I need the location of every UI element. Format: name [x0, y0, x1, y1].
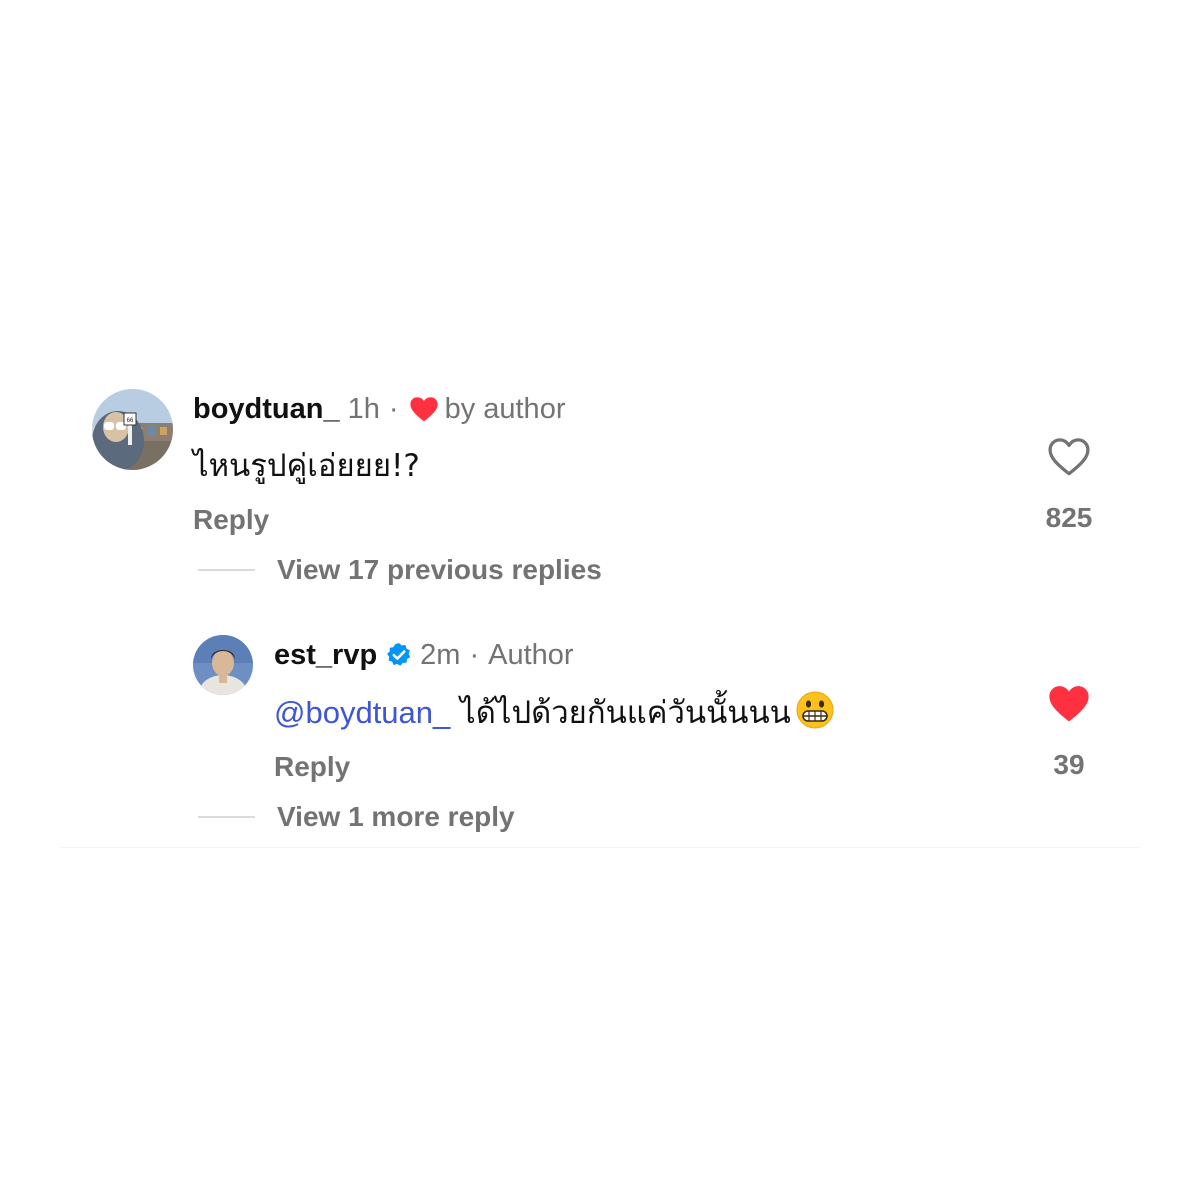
reply-button[interactable]: Reply [274, 750, 350, 784]
comment-text: ไหนรูปคู่เอ่ยยย!? [193, 448, 420, 484]
reply-text: @boydtuan_ ได้ไปด้วยกันแค่วันนั้นนน [274, 690, 835, 740]
like-count: 825 [1045, 502, 1093, 533]
view-previous-replies-label[interactable]: View 17 previous replies [277, 553, 602, 587]
like-heart-filled-icon[interactable] [1047, 684, 1091, 724]
reply-message: ได้ไปด้วยกันแค่วันนั้นนน [450, 695, 791, 731]
svg-text:66: 66 [127, 418, 134, 424]
view-more-replies[interactable]: View 1 more reply [198, 800, 515, 834]
thread-line [198, 569, 255, 571]
reply-button[interactable]: Reply [193, 503, 269, 537]
avatar-image: 66 [92, 389, 173, 470]
avatar-est-rvp[interactable] [193, 635, 253, 695]
comment-header: boydtuan_ 1h · by author [193, 392, 565, 426]
grimacing-face-icon [795, 690, 835, 740]
like-heart-outline-icon[interactable] [1047, 437, 1091, 477]
separator-dot: · [469, 639, 480, 671]
comment-thread: 66 boydtuan_ 1h · by author ไหนรูปคู่เอ่… [0, 0, 1200, 1200]
avatar-image [193, 635, 253, 695]
view-previous-replies[interactable]: View 17 previous replies [198, 553, 602, 587]
like-count: 39 [1053, 749, 1085, 780]
reply-header: est_rvp 2m · Author [274, 638, 574, 672]
divider [60, 847, 1140, 848]
author-label: Author [488, 639, 574, 671]
liked-by-author-label: by author [444, 393, 566, 425]
separator-dot: · [388, 393, 399, 425]
comment-time: 1h [347, 393, 380, 425]
mention-link[interactable]: @boydtuan_ [274, 695, 450, 730]
avatar-boydtuan[interactable]: 66 [92, 389, 173, 470]
reply-username[interactable]: est_rvp [274, 638, 377, 672]
thread-line [198, 816, 255, 818]
view-more-replies-label[interactable]: View 1 more reply [277, 800, 515, 834]
comment-username[interactable]: boydtuan_ [193, 392, 340, 426]
reply-time: 2m [420, 639, 461, 671]
verified-badge-icon [386, 642, 412, 668]
liked-by-author-heart-icon [409, 396, 439, 422]
